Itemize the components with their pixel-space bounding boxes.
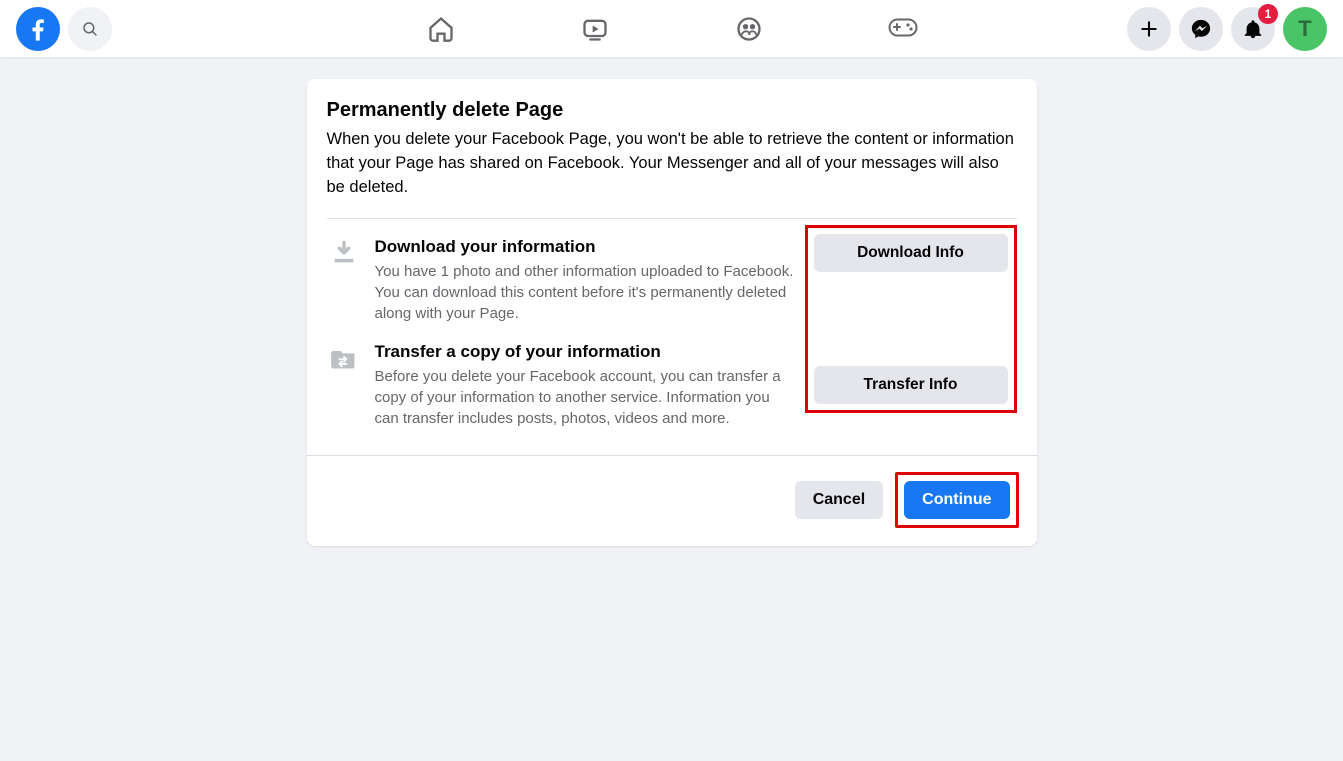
messenger-button[interactable] (1179, 7, 1223, 51)
option-download-desc: You have 1 photo and other information u… (375, 261, 797, 324)
card-description: When you delete your Facebook Page, you … (327, 128, 1017, 200)
watch-icon (581, 15, 609, 43)
profile-avatar[interactable]: T (1283, 7, 1327, 51)
highlight-continue-box: Continue (895, 472, 1018, 528)
cancel-button[interactable]: Cancel (795, 481, 883, 519)
facebook-logo[interactable] (16, 7, 60, 51)
home-icon (427, 15, 455, 43)
groups-icon (735, 15, 763, 43)
option-transfer-desc: Before you delete your Facebook account,… (375, 366, 797, 429)
continue-button[interactable]: Continue (904, 481, 1009, 519)
transfer-info-button[interactable]: Transfer Info (814, 366, 1008, 404)
nav-watch[interactable] (573, 7, 617, 51)
highlight-buttons-box: Download Info Transfer Info (805, 225, 1017, 413)
top-header: 1 T (0, 0, 1343, 57)
download-info-button[interactable]: Download Info (814, 234, 1008, 272)
header-center-nav (419, 7, 925, 51)
nav-groups[interactable] (727, 7, 771, 51)
card-footer: Cancel Continue (307, 455, 1037, 546)
header-right: 1 T (1127, 7, 1327, 51)
options-block: Download your information You have 1 pho… (327, 219, 1017, 455)
option-transfer-title: Transfer a copy of your information (375, 342, 797, 362)
gaming-icon (888, 18, 918, 40)
header-left (16, 7, 112, 51)
notifications-button[interactable]: 1 (1231, 7, 1275, 51)
transfer-icon (327, 342, 361, 372)
nav-gaming[interactable] (881, 7, 925, 51)
option-download-title: Download your information (375, 237, 797, 257)
messenger-icon (1190, 18, 1212, 40)
card-body: Permanently delete Page When you delete … (307, 79, 1037, 455)
search-button[interactable] (68, 7, 112, 51)
card-title: Permanently delete Page (327, 99, 1017, 122)
notification-badge: 1 (1258, 4, 1278, 24)
create-button[interactable] (1127, 7, 1171, 51)
plus-icon (1139, 19, 1159, 39)
nav-home[interactable] (419, 7, 463, 51)
facebook-f-icon (24, 15, 52, 43)
download-icon (327, 237, 361, 267)
search-icon (81, 20, 99, 38)
delete-page-card: Permanently delete Page When you delete … (307, 79, 1037, 546)
